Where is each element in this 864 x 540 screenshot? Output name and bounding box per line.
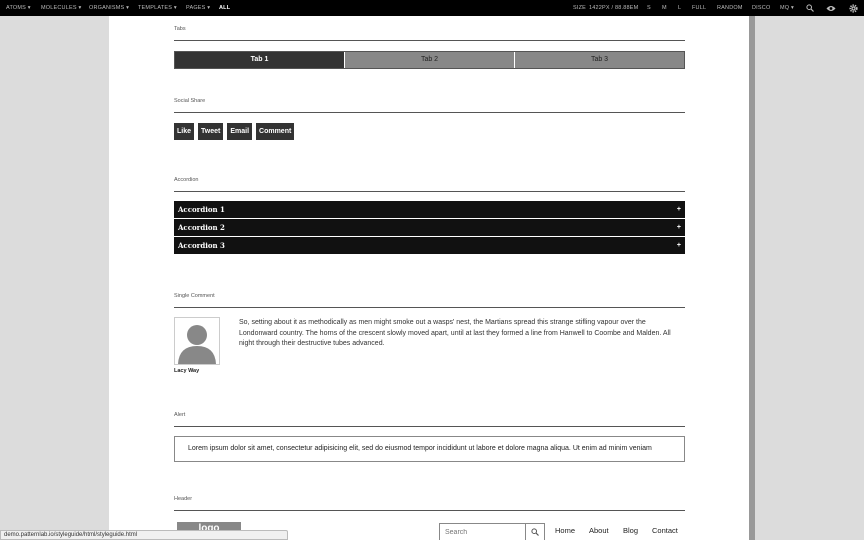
alert-box: Lorem ipsum dolor sit amet, consectetur …: [174, 436, 685, 462]
tab-3[interactable]: Tab 3: [514, 52, 684, 68]
nav-about[interactable]: About: [589, 526, 609, 535]
social-share: Like Tweet Email Comment: [174, 123, 295, 140]
accordion-item-3[interactable]: Accordion 3 +: [174, 237, 685, 254]
accordion-item-1[interactable]: Accordion 1 +: [174, 201, 685, 218]
comment-section-label: Single Comment: [174, 293, 685, 308]
accordion-item-2[interactable]: Accordion 2 +: [174, 219, 685, 236]
search-form: [439, 523, 545, 540]
comment-body: So, setting about it as methodically as …: [239, 319, 671, 348]
plus-icon: +: [676, 224, 681, 231]
search-icon[interactable]: [800, 0, 820, 16]
viewport-resize-handle[interactable]: [749, 16, 755, 540]
plus-icon: +: [676, 206, 681, 213]
email-button[interactable]: Email: [227, 123, 253, 140]
tab-1[interactable]: Tab 1: [175, 52, 344, 68]
tab-2[interactable]: Tab 2: [344, 52, 514, 68]
accordion-item-title: Accordion 2: [178, 223, 225, 232]
nav-blog[interactable]: Blog: [623, 526, 638, 535]
mq-menu[interactable]: MQ ▾: [780, 0, 794, 16]
header-section-label: Header: [174, 496, 685, 511]
menu-atoms[interactable]: ATOMS ▾: [6, 0, 31, 16]
status-bar-url: demo.patternlab.io/styleguide/html/style…: [0, 530, 288, 540]
social-section-label: Social Share: [174, 98, 685, 113]
size-label: SIZE: [573, 5, 587, 11]
menu-templates[interactable]: TEMPLATES ▾: [138, 0, 177, 16]
search-submit-button[interactable]: [525, 524, 544, 540]
nav-contact[interactable]: Contact: [652, 526, 678, 535]
menu-all[interactable]: ALL: [219, 0, 230, 16]
size-random-button[interactable]: RANDOM: [717, 0, 743, 16]
accordion: Accordion 1 + Accordion 2 + Accordion 3 …: [174, 201, 685, 255]
user-silhouette-icon: [178, 325, 216, 364]
menu-pages[interactable]: PAGES ▾: [186, 0, 210, 16]
size-m-button[interactable]: M: [662, 0, 667, 16]
comment-author[interactable]: Lacy Way: [174, 368, 199, 374]
size-l-button[interactable]: L: [678, 0, 681, 16]
eye-icon[interactable]: [821, 0, 841, 16]
pattern-viewport: Tabs Tab 1 Tab 2 Tab 3 Social Share Like…: [109, 16, 749, 540]
size-disco-button[interactable]: DISCO: [752, 0, 770, 16]
size-full-button[interactable]: FULL: [692, 0, 706, 16]
plus-icon: +: [676, 242, 681, 249]
size-readout[interactable]: 1422PX / 88.88EM: [589, 0, 638, 16]
menu-organisms[interactable]: ORGANISMS ▾: [89, 0, 129, 16]
search-input[interactable]: [440, 524, 531, 540]
comment-button[interactable]: Comment: [256, 123, 295, 140]
avatar: [174, 317, 220, 365]
size-s-button[interactable]: S: [647, 0, 651, 16]
menu-molecules[interactable]: MOLECULES ▾: [41, 0, 81, 16]
nav-home[interactable]: Home: [555, 526, 575, 535]
accordion-section-label: Accordion: [174, 177, 685, 192]
tweet-button[interactable]: Tweet: [198, 123, 224, 140]
gear-icon[interactable]: [843, 0, 863, 16]
like-button[interactable]: Like: [174, 123, 195, 140]
tab-bar: Tab 1 Tab 2 Tab 3: [174, 51, 685, 69]
search-icon: [531, 528, 539, 536]
accordion-item-title: Accordion 3: [178, 241, 225, 250]
alert-section-label: Alert: [174, 412, 685, 427]
tabs-section-label: Tabs: [174, 26, 685, 41]
toolbar: ATOMS ▾ MOLECULES ▾ ORGANISMS ▾ TEMPLATE…: [0, 0, 864, 16]
accordion-item-title: Accordion 1: [178, 205, 225, 214]
